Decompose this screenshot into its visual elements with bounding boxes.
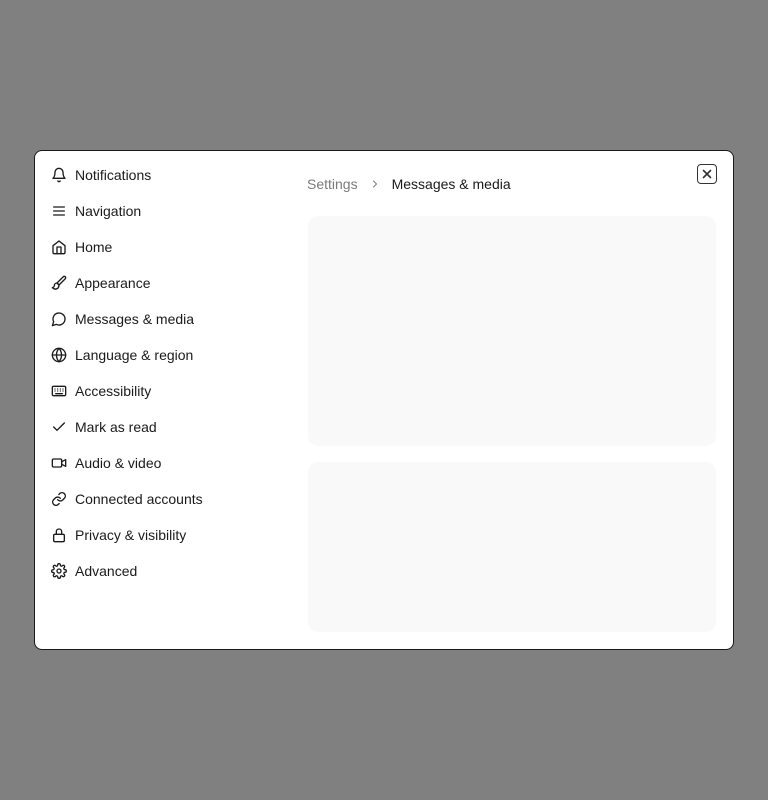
breadcrumb: Settings Messages & media bbox=[307, 175, 511, 193]
sidebar-item-label: Navigation bbox=[75, 203, 142, 219]
sidebar-item-appearance[interactable]: Appearance bbox=[35, 265, 285, 301]
check-icon bbox=[51, 419, 67, 435]
chevron-right-icon bbox=[358, 178, 392, 190]
sidebar-item-label: Mark as read bbox=[75, 419, 157, 435]
sidebar-item-label: Notifications bbox=[75, 167, 152, 183]
sidebar-item-advanced[interactable]: Advanced bbox=[35, 553, 285, 589]
bell-icon bbox=[51, 167, 67, 183]
menu-icon bbox=[51, 203, 67, 219]
lock-icon bbox=[51, 527, 67, 543]
sidebar-item-label: Connected accounts bbox=[75, 491, 203, 507]
sidebar-item-label: Advanced bbox=[75, 563, 138, 579]
sidebar-item-navigation[interactable]: Navigation bbox=[35, 193, 285, 229]
sidebar-item-label: Messages & media bbox=[75, 311, 195, 327]
brush-icon bbox=[51, 275, 67, 291]
settings-sidebar: Notifications Navigation Home Appearance… bbox=[35, 157, 285, 589]
close-button[interactable] bbox=[697, 164, 717, 184]
sidebar-item-privacy-visibility[interactable]: Privacy & visibility bbox=[35, 517, 285, 553]
gear-icon bbox=[51, 563, 67, 579]
sidebar-item-label: Audio & video bbox=[75, 455, 162, 471]
sidebar-item-notifications[interactable]: Notifications bbox=[35, 157, 285, 193]
sidebar-item-label: Accessibility bbox=[75, 383, 152, 399]
sidebar-item-label: Appearance bbox=[75, 275, 151, 291]
message-circle-icon bbox=[51, 311, 67, 327]
sidebar-item-label: Language & region bbox=[75, 347, 194, 363]
breadcrumb-current: Messages & media bbox=[391, 176, 511, 192]
keyboard-icon bbox=[51, 383, 67, 399]
settings-dialog: Notifications Navigation Home Appearance… bbox=[34, 150, 734, 650]
sidebar-item-audio-video[interactable]: Audio & video bbox=[35, 445, 285, 481]
video-icon bbox=[51, 455, 67, 471]
close-icon bbox=[701, 168, 713, 180]
home-icon bbox=[51, 239, 67, 255]
breadcrumb-root[interactable]: Settings bbox=[307, 176, 358, 192]
content-panel-placeholder bbox=[308, 462, 716, 632]
sidebar-item-label: Privacy & visibility bbox=[75, 527, 187, 543]
sidebar-item-home[interactable]: Home bbox=[35, 229, 285, 265]
sidebar-item-accessibility[interactable]: Accessibility bbox=[35, 373, 285, 409]
sidebar-item-connected-accounts[interactable]: Connected accounts bbox=[35, 481, 285, 517]
sidebar-item-messages-media[interactable]: Messages & media bbox=[35, 301, 285, 337]
content-panel-placeholder bbox=[308, 216, 716, 446]
globe-icon bbox=[51, 347, 67, 363]
sidebar-item-mark-as-read[interactable]: Mark as read bbox=[35, 409, 285, 445]
sidebar-item-language-region[interactable]: Language & region bbox=[35, 337, 285, 373]
sidebar-item-label: Home bbox=[75, 239, 113, 255]
link-icon bbox=[51, 491, 67, 507]
